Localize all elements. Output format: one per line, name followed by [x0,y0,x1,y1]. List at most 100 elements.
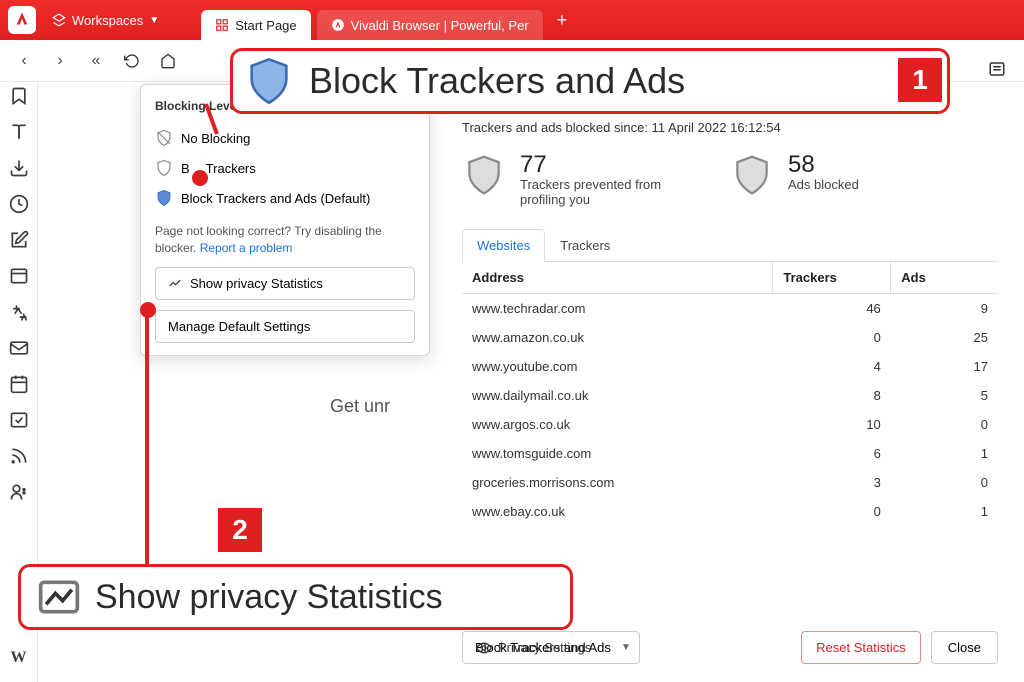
cell-trackers: 8 [773,381,891,410]
shield-icon [243,55,295,107]
stats-tabs: Websites Trackers [462,229,998,262]
show-privacy-stats-button[interactable]: Show privacy Statistics [155,267,415,300]
callout-block-trackers-ads: Block Trackers and Ads [230,48,950,114]
col-trackers[interactable]: Trackers [773,262,891,294]
shield-icon [730,153,774,197]
table-row[interactable]: www.youtube.com417 [462,352,998,381]
annotation-dot [192,170,208,186]
col-address[interactable]: Address [462,262,773,294]
table-row[interactable]: groceries.morrisons.com30 [462,468,998,497]
feeds-icon[interactable] [9,446,29,466]
annotation-number-2: 2 [218,508,262,552]
shield-icon [155,159,173,177]
cell-address: www.techradar.com [462,294,773,324]
stat-label: Ads blocked [788,177,859,192]
new-tab-button[interactable]: + [549,10,576,31]
downloads-icon[interactable] [9,158,29,178]
contacts-icon[interactable] [9,482,29,502]
table-row[interactable]: www.tomsguide.com61 [462,439,998,468]
shield-off-icon [155,129,173,147]
tab-websites[interactable]: Websites [462,229,545,262]
chevron-down-icon: ▼ [149,15,159,26]
col-ads[interactable]: Ads [891,262,998,294]
tab-vivaldi-site[interactable]: Vivaldi Browser | Powerful, Per [317,10,543,40]
cell-ads: 17 [891,352,998,381]
cell-address: www.amazon.co.uk [462,323,773,352]
cell-trackers: 3 [773,468,891,497]
reload-button[interactable] [120,49,144,73]
reload-icon [124,53,140,69]
button-label: Manage Default Settings [168,319,310,334]
manage-default-settings-button[interactable]: Manage Default Settings [155,310,415,343]
history-icon[interactable] [9,194,29,214]
cell-trackers: 0 [773,323,891,352]
cell-trackers: 0 [773,497,891,526]
calendar-icon[interactable] [9,374,29,394]
reading-list-icon[interactable] [9,122,29,142]
option-no-blocking[interactable]: No Blocking [155,123,415,153]
cell-ads: 9 [891,294,998,324]
cell-ads: 25 [891,323,998,352]
notes-icon[interactable] [9,230,29,250]
vivaldi-favicon-icon [331,18,345,32]
back-button[interactable]: ‹ [12,49,36,73]
cell-trackers: 10 [773,410,891,439]
annotation-dot [140,302,156,318]
tab-label: Start Page [235,18,296,33]
cell-address: www.ebay.co.uk [462,497,773,526]
option-block-trackers-ads[interactable]: Block Trackers and Ads (Default) [155,183,415,213]
vivaldi-logo[interactable] [8,6,36,34]
cell-trackers: 4 [773,352,891,381]
window-panel-icon[interactable] [9,266,29,286]
stats-since-text: Trackers and ads blocked since: 11 April… [462,120,998,135]
workspaces-label: Workspaces [72,13,143,28]
cell-ads: 5 [891,381,998,410]
button-label: Privacy Settings [498,640,591,655]
tab-label: Vivaldi Browser | Powerful, Per [351,18,529,33]
report-problem-link[interactable]: Report a problem [200,241,293,255]
close-button[interactable]: Close [931,631,998,664]
privacy-settings-button[interactable]: Privacy Settings [462,632,605,664]
tab-strip: Workspaces ▼ Start Page Vivaldi Browser … [0,0,1024,40]
stats-table: Address Trackers Ads www.techradar.com46… [462,262,998,526]
workspaces-button[interactable]: Workspaces ▼ [42,9,169,32]
table-row[interactable]: www.amazon.co.uk025 [462,323,998,352]
cell-address: www.argos.co.uk [462,410,773,439]
chart-line-icon [168,276,182,290]
callout-text: Show privacy Statistics [95,578,443,617]
reader-mode-icon[interactable] [988,60,1006,78]
translate-icon[interactable] [9,302,29,322]
background-text-fragment: Get unr [330,396,390,417]
tab-trackers[interactable]: Trackers [545,229,625,261]
cell-address: www.youtube.com [462,352,773,381]
stat-label: Trackers prevented from profiling you [520,177,670,207]
stack-icon [52,13,66,27]
cell-address: www.dailymail.co.uk [462,381,773,410]
home-button[interactable] [156,49,180,73]
tasks-icon[interactable] [9,410,29,430]
callout-text: Block Trackers and Ads [309,60,685,102]
grid-icon [215,18,229,32]
tab-start-page[interactable]: Start Page [201,10,310,40]
ads-blocked-stat: 58 Ads blocked [730,153,859,207]
home-icon [160,53,176,69]
annotation-number-1: 1 [898,58,942,102]
table-row[interactable]: www.dailymail.co.uk85 [462,381,998,410]
cell-ads: 1 [891,439,998,468]
cell-ads: 0 [891,410,998,439]
bookmarks-icon[interactable] [9,86,29,106]
mail-icon[interactable] [9,338,29,358]
table-row[interactable]: www.ebay.co.uk01 [462,497,998,526]
cell-trackers: 6 [773,439,891,468]
reset-statistics-button[interactable]: Reset Statistics [801,631,921,664]
cell-address: www.tomsguide.com [462,439,773,468]
table-row[interactable]: www.techradar.com469 [462,294,998,324]
shield-icon [462,153,506,197]
privacy-stats-panel: Trackers and ads blocked since: 11 April… [462,120,998,526]
wikipedia-icon[interactable]: W [9,648,29,668]
table-row[interactable]: www.argos.co.uk100 [462,410,998,439]
rewind-button[interactable]: « [84,49,108,73]
cell-ads: 1 [891,497,998,526]
forward-button[interactable]: › [48,49,72,73]
cell-address: groceries.morrisons.com [462,468,773,497]
